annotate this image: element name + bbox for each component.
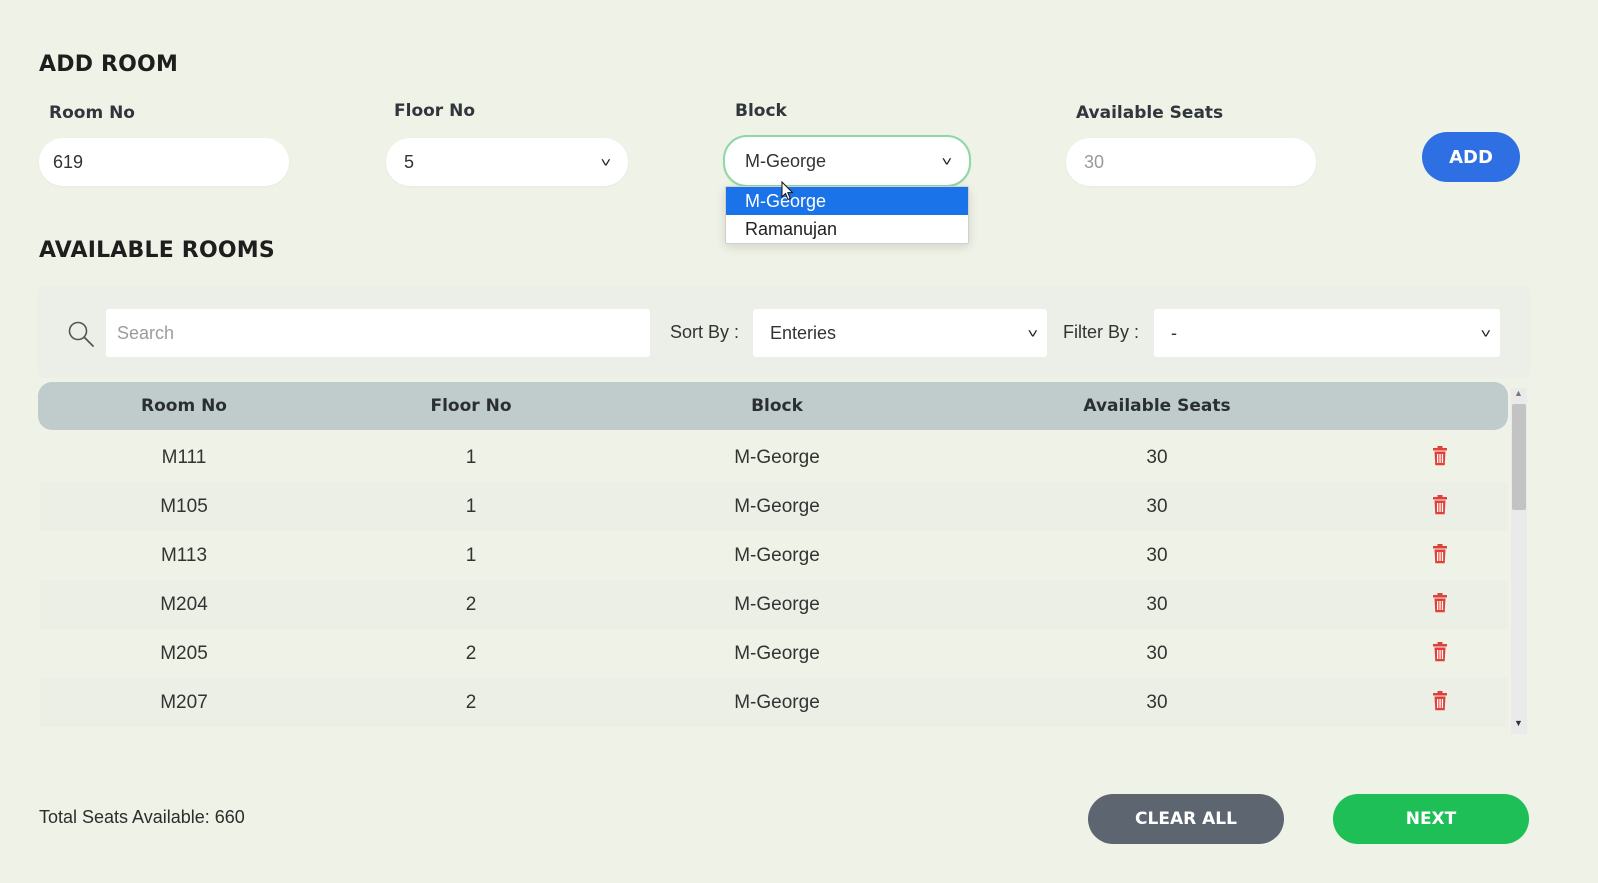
search-input[interactable]: Search <box>106 309 650 357</box>
cell-floor-no: 2 <box>465 594 477 615</box>
scroll-down-arrow-icon[interactable]: ▼ <box>1514 718 1523 728</box>
delete-row-button[interactable] <box>1432 495 1448 521</box>
add-button[interactable]: ADD <box>1422 132 1520 182</box>
available-seats-input[interactable]: 30 <box>1066 138 1316 186</box>
block-option-ramanujan[interactable]: Ramanujan <box>726 215 968 243</box>
delete-row-button[interactable] <box>1432 446 1448 472</box>
filter-by-select[interactable]: - ˅ <box>1154 309 1500 357</box>
cell-available-seats: 30 <box>1146 447 1168 468</box>
block-dropdown-list: M-George Ramanujan <box>725 186 969 244</box>
trash-icon <box>1433 593 1447 613</box>
table-header: Room No Floor No Block Available Seats <box>38 382 1508 430</box>
block-option-m-george[interactable]: M-George <box>726 187 968 215</box>
filter-by-label: Filter By : <box>1063 322 1140 342</box>
sort-by-select[interactable]: Enteries ˅ <box>753 309 1047 357</box>
available-rooms-title: AVAILABLE ROOMS <box>39 238 275 263</box>
cell-room-no: M113 <box>160 545 208 566</box>
cell-block: M-George <box>734 545 820 566</box>
room-no-input[interactable]: 619 <box>39 138 289 186</box>
chevron-down-icon: ˅ <box>1480 325 1492 341</box>
table-row: M207 2 M-George 30 <box>40 678 1508 727</box>
room-no-value: 619 <box>53 151 84 172</box>
block-value: M-George <box>745 150 827 171</box>
sort-by-value: Enteries <box>770 322 837 343</box>
add-room-title: ADD ROOM <box>39 52 179 77</box>
next-button[interactable]: NEXT <box>1333 794 1529 844</box>
filter-by-value: - <box>1171 322 1177 343</box>
floor-no-select[interactable]: 5 ˅ <box>386 138 628 186</box>
cell-floor-no: 1 <box>465 447 477 468</box>
floor-no-label: Floor No <box>394 101 476 121</box>
table-row: M205 2 M-George 30 <box>40 629 1508 678</box>
cell-available-seats: 30 <box>1146 594 1168 615</box>
chevron-down-icon: ˅ <box>941 153 953 169</box>
cell-room-no: M207 <box>160 692 208 713</box>
search-placeholder: Search <box>117 322 175 343</box>
cell-available-seats: 30 <box>1146 496 1168 517</box>
cell-floor-no: 1 <box>465 496 477 517</box>
available-seats-label: Available Seats <box>1076 103 1224 123</box>
trash-icon <box>1433 642 1447 662</box>
scroll-up-arrow-icon[interactable]: ▲ <box>1514 388 1523 398</box>
floor-no-value: 5 <box>404 151 415 172</box>
mouse-cursor-icon <box>781 180 795 201</box>
search-icon <box>67 320 95 348</box>
table-scrollbar[interactable]: ▲ ▼ <box>1511 388 1527 734</box>
cell-block: M-George <box>734 447 820 468</box>
block-select[interactable]: M-George ˅ <box>723 135 971 187</box>
cell-room-no: M204 <box>160 594 208 615</box>
delete-row-button[interactable] <box>1432 691 1448 717</box>
cell-block: M-George <box>734 643 820 664</box>
room-no-label: Room No <box>49 103 135 123</box>
total-seats-text: Total Seats Available: 660 <box>39 807 245 827</box>
trash-icon <box>1433 446 1447 466</box>
table-row: M105 1 M-George 30 <box>40 482 1508 531</box>
cell-room-no: M111 <box>161 447 207 468</box>
trash-icon <box>1433 495 1447 515</box>
clear-all-button[interactable]: CLEAR ALL <box>1088 794 1284 844</box>
trash-icon <box>1433 544 1447 564</box>
scrollbar-thumb[interactable] <box>1512 404 1526 510</box>
cell-floor-no: 1 <box>465 545 477 566</box>
available-seats-placeholder: 30 <box>1084 151 1105 172</box>
cell-room-no: M105 <box>160 496 208 517</box>
column-header-block[interactable]: Block <box>751 396 803 416</box>
cell-block: M-George <box>734 594 820 615</box>
delete-row-button[interactable] <box>1432 544 1448 570</box>
table-row: M113 1 M-George 30 <box>40 531 1508 580</box>
cell-available-seats: 30 <box>1146 692 1168 713</box>
chevron-down-icon: ˅ <box>1027 325 1039 341</box>
delete-row-button[interactable] <box>1432 642 1448 668</box>
cell-block: M-George <box>734 692 820 713</box>
cell-floor-no: 2 <box>465 643 477 664</box>
block-label: Block <box>735 101 787 121</box>
sort-by-label: Sort By : <box>670 322 740 342</box>
cell-block: M-George <box>734 496 820 517</box>
trash-icon <box>1433 691 1447 711</box>
chevron-down-icon: ˅ <box>600 154 612 170</box>
cell-floor-no: 2 <box>465 692 477 713</box>
column-header-floor-no[interactable]: Floor No <box>430 396 511 416</box>
cell-available-seats: 30 <box>1146 643 1168 664</box>
table-row: M204 2 M-George 30 <box>40 580 1508 629</box>
column-header-available-seats[interactable]: Available Seats <box>1083 396 1230 416</box>
column-header-room-no[interactable]: Room No <box>141 396 227 416</box>
delete-row-button[interactable] <box>1432 593 1448 619</box>
table-row: M111 1 M-George 30 <box>40 433 1508 482</box>
cell-available-seats: 30 <box>1146 545 1168 566</box>
cell-room-no: M205 <box>160 643 208 664</box>
